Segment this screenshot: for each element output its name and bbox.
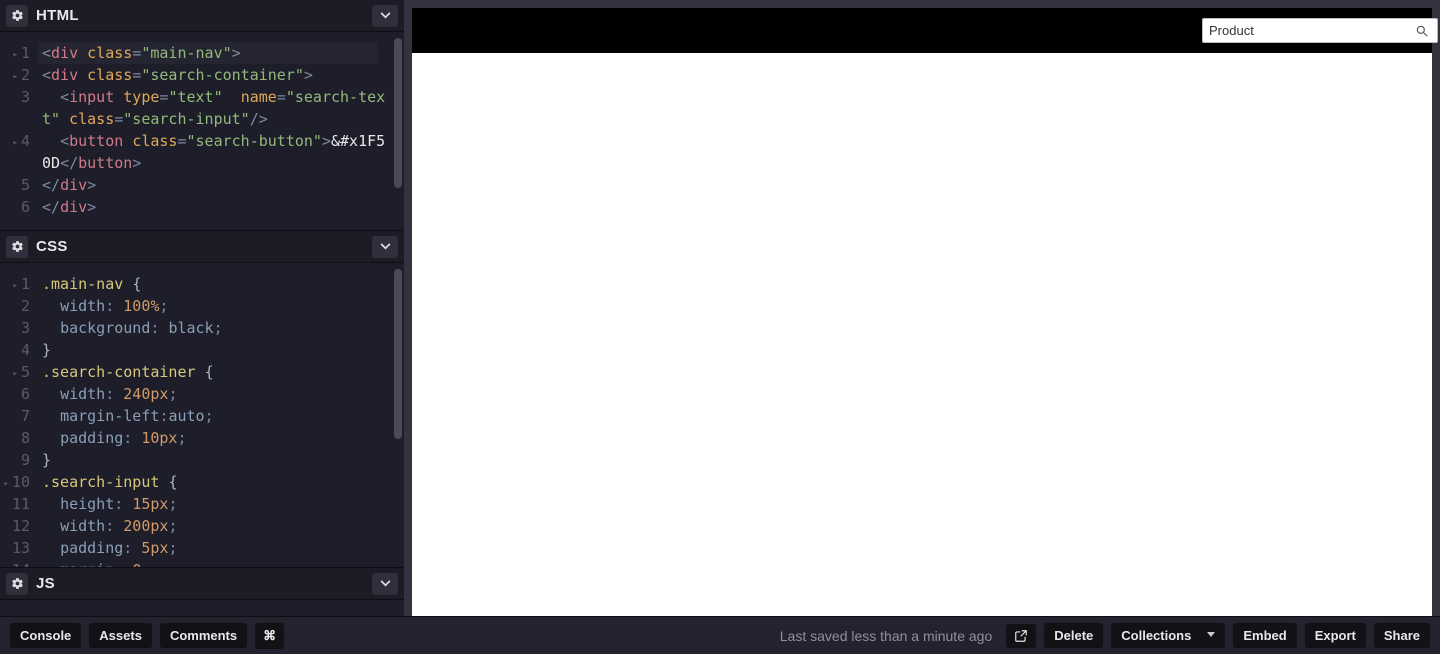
delete-button[interactable]: Delete — [1044, 623, 1103, 648]
chevron-down-icon[interactable] — [372, 5, 398, 27]
embed-button[interactable]: Embed — [1233, 623, 1296, 648]
code-line[interactable]: width: 100%; — [42, 295, 386, 317]
console-button[interactable]: Console — [10, 623, 81, 648]
open-external-button[interactable] — [1006, 624, 1036, 648]
code-line[interactable]: width: 240px; — [42, 383, 386, 405]
code-line[interactable]: padding: 5px; — [42, 537, 386, 559]
code-line[interactable]: </div> — [42, 196, 386, 218]
gear-icon[interactable] — [6, 236, 28, 258]
panel-header-css: CSS — [0, 231, 404, 263]
panel-title: HTML — [36, 7, 79, 24]
chevron-down-icon[interactable] — [372, 573, 398, 595]
code-line[interactable]: margin: 0; — [42, 559, 386, 567]
panel-title: CSS — [36, 238, 68, 255]
panel-title: JS — [36, 575, 55, 592]
share-button[interactable]: Share — [1374, 623, 1430, 648]
code-line[interactable]: <input type="text" name="search-text" cl… — [42, 86, 386, 130]
panel-header-js: JS — [0, 568, 404, 600]
footer-bar: Console Assets Comments ⌘ Last saved les… — [0, 616, 1440, 654]
assets-button[interactable]: Assets — [89, 623, 152, 648]
search-input[interactable] — [1209, 23, 1413, 38]
panel-css: CSS 1 2 3 4 5 6 7 8 9 — [0, 230, 404, 567]
code-line[interactable]: .search-container { — [42, 361, 386, 383]
command-icon: ⌘ — [263, 628, 276, 644]
preview-pane — [404, 0, 1440, 616]
code-line[interactable]: height: 15px; — [42, 493, 386, 515]
code-line[interactable]: <button class="search-button">&#x1F50D</… — [42, 130, 386, 174]
comments-button[interactable]: Comments — [160, 623, 247, 648]
magnifier-icon — [1415, 24, 1429, 38]
code-line[interactable]: .main-nav { — [42, 273, 386, 295]
preview-main-nav — [412, 8, 1432, 53]
panel-js: JS — [0, 567, 404, 600]
gear-icon[interactable] — [6, 573, 28, 595]
scrollbar[interactable] — [392, 263, 404, 567]
chevron-down-icon[interactable] — [372, 236, 398, 258]
code-line[interactable]: width: 200px; — [42, 515, 386, 537]
code-line[interactable]: margin-left:auto; — [42, 405, 386, 427]
external-link-icon — [1014, 629, 1028, 643]
html-editor[interactable]: 1 2 3 4 5 6 <div class="main-nav"> <div … — [0, 32, 404, 230]
gear-icon[interactable] — [6, 5, 28, 27]
line-gutter: 1 2 3 4 5 6 — [0, 32, 38, 230]
code-line[interactable]: } — [42, 339, 386, 361]
code-line[interactable]: } — [42, 449, 386, 471]
shortcuts-button[interactable]: ⌘ — [255, 623, 284, 649]
collections-button[interactable]: Collections — [1111, 623, 1225, 648]
panel-header-html: HTML — [0, 0, 404, 32]
code-line[interactable]: <div class="main-nav"> — [42, 42, 386, 64]
css-editor[interactable]: 1 2 3 4 5 6 7 8 9 10 11 12 13 14 — [0, 263, 404, 567]
preview-search-container — [1192, 8, 1432, 53]
code-line[interactable]: <div class="search-container"> — [42, 64, 386, 86]
panel-html: HTML 1 2 3 4 5 6 — [0, 0, 404, 230]
line-gutter: 1 2 3 4 5 6 7 8 9 10 11 12 13 14 — [0, 263, 38, 567]
scrollbar[interactable] — [392, 32, 404, 230]
search-button[interactable] — [1413, 24, 1431, 38]
preview-output[interactable] — [412, 8, 1432, 616]
code-line[interactable]: padding: 10px; — [42, 427, 386, 449]
code-line[interactable]: .search-input { — [42, 471, 386, 493]
save-status: Last saved less than a minute ago — [780, 628, 992, 644]
export-button[interactable]: Export — [1305, 623, 1366, 648]
code-line[interactable]: </div> — [42, 174, 386, 196]
code-line[interactable]: background: black; — [42, 317, 386, 339]
